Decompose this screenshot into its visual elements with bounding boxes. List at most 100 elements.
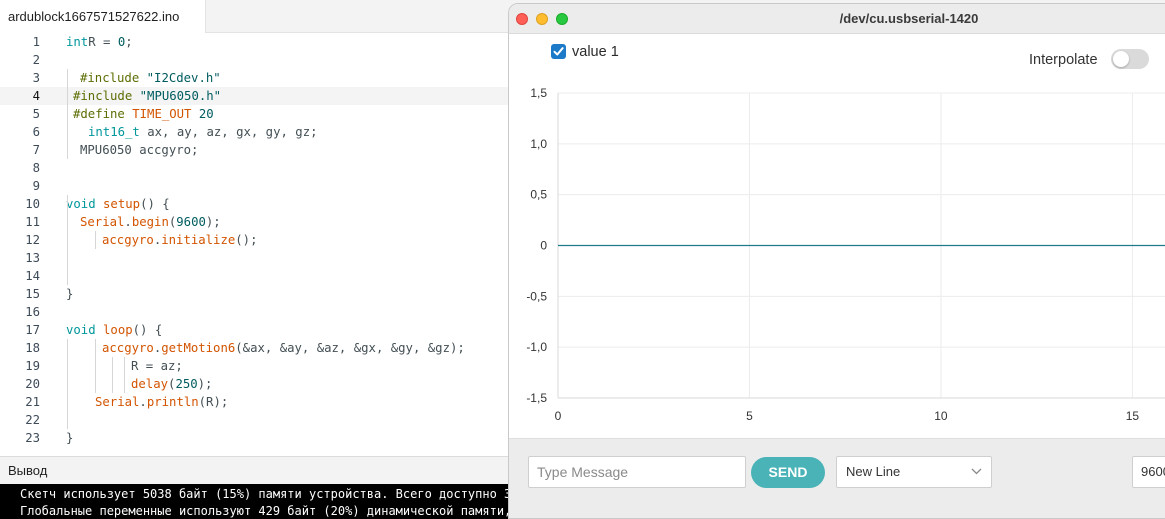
line-code: accgyro.getMotion6(&ax, &ay, &az, &gx, &… (102, 339, 465, 357)
code-token: Serial (80, 215, 125, 229)
code-token: #include (73, 89, 133, 103)
line-code: #include "MPU6050.h" (73, 87, 221, 105)
code-token: accgyro (102, 341, 154, 355)
file-tab[interactable]: ardublock1667571527622.ino (0, 0, 207, 34)
line-number: 1 (32, 35, 40, 49)
code-token: accgyro (102, 233, 154, 247)
code-token: delay (131, 377, 169, 391)
code-token: ); (205, 215, 221, 229)
line-ending-select[interactable]: New Line (836, 456, 992, 488)
line-code: MPU6050 accgyro; (80, 141, 198, 159)
close-window-button[interactable] (516, 13, 528, 25)
line-number: 14 (25, 269, 40, 283)
code-token: ); (197, 377, 213, 391)
line-code: delay(250); (131, 375, 212, 393)
line-code: int16_t ax, ay, az, gx, gy, gz; (88, 123, 318, 141)
line-number: 19 (25, 359, 40, 373)
y-tick-label: 0 (540, 239, 547, 253)
y-tick-label: 0,5 (530, 188, 547, 202)
code-token: void (66, 323, 96, 337)
indent-guide (112, 357, 113, 393)
line-number: 5 (32, 107, 40, 121)
line-code: Serial.begin(9600); (80, 213, 221, 231)
line-code: R = az; (131, 357, 183, 375)
code-token: int16_t (88, 125, 140, 139)
line-number: 12 (25, 233, 40, 247)
code-token: . (139, 395, 147, 409)
interpolate-toggle[interactable] (1111, 49, 1149, 69)
indent-guide (67, 195, 68, 285)
line-number: 4 (32, 89, 40, 103)
code-token: (R); (198, 395, 229, 409)
checkmark-icon (553, 47, 564, 56)
line-number: 10 (25, 197, 40, 211)
code-token: loop (103, 323, 133, 337)
line-code: } (66, 429, 73, 447)
line-number: 18 (25, 341, 40, 355)
x-tick-label: 15 (1126, 409, 1140, 423)
code-token: (); (235, 233, 258, 247)
code-token: ax, ay, az, gx, gy, gz; (139, 125, 318, 139)
line-code: void loop() { (66, 321, 162, 339)
x-tick-label: 0 (555, 409, 562, 423)
line-number: 11 (25, 215, 40, 229)
line-code: Serial.println(R); (95, 393, 228, 411)
y-tick-label: -0,5 (526, 289, 547, 303)
line-number: 13 (25, 251, 40, 265)
line-number: 22 (25, 413, 40, 427)
code-token: setup (103, 197, 141, 211)
line-code: void setup() { (66, 195, 170, 213)
code-token: (&ax, &ay, &az, &gx, &gy, &gz); (235, 341, 465, 355)
code-token: . (124, 215, 132, 229)
minimize-window-button[interactable] (536, 13, 548, 25)
zoom-window-button[interactable] (556, 13, 568, 25)
code-token: begin (131, 215, 169, 229)
x-tick-label: 5 (746, 409, 753, 423)
console-line: Скетч использует 5038 байт (15%) памяти … (20, 487, 512, 501)
code-token: int (66, 35, 89, 49)
code-token: MPU6050 accgyro; (80, 143, 199, 157)
line-number: 21 (25, 395, 40, 409)
line-number: 16 (25, 305, 40, 319)
code-token: } (66, 287, 74, 301)
code-token: Serial (95, 395, 140, 409)
line-number: 23 (25, 431, 40, 445)
code-token: #define (73, 107, 125, 121)
code-token: ; (125, 35, 133, 49)
code-token: R = az; (131, 359, 183, 373)
line-code: accgyro.initialize(); (102, 231, 258, 249)
code-token: "MPU6050.h" (139, 89, 222, 103)
indent-guide (95, 339, 96, 393)
plotter-footer: SEND New Line 9600 (509, 438, 1165, 518)
code-token: () { (140, 197, 170, 211)
code-token: 250 (175, 377, 198, 391)
window-titlebar: /dev/cu.usbserial-1420 (509, 4, 1165, 34)
window-title: /dev/cu.usbserial-1420 (839, 11, 979, 26)
send-button[interactable]: SEND (751, 457, 825, 488)
line-number: 2 (32, 53, 40, 67)
line-code: intR = 0; (66, 33, 133, 51)
indent-guide (67, 69, 68, 159)
toggle-knob (1113, 51, 1129, 67)
baud-rate-select[interactable]: 9600 (1132, 456, 1165, 488)
serial-plotter-window: /dev/cu.usbserial-1420 1,5 1,0 0,5 0 -0,5 -1,… (508, 3, 1165, 519)
line-number: 6 (32, 125, 40, 139)
indent-guide (124, 357, 125, 393)
y-tick-label: 1,5 (530, 86, 547, 100)
line-code: } (66, 285, 73, 303)
message-input[interactable] (528, 456, 746, 488)
code-token: getMotion6 (161, 341, 236, 355)
line-number: 7 (32, 143, 40, 157)
series-checkbox[interactable] (551, 44, 566, 59)
line-ending-value: New Line (846, 464, 901, 479)
plot-chart: 1,5 1,0 0,5 0 -0,5 -1,0 -1,5 0 5 10 15 (509, 34, 1165, 440)
code-token: println (146, 395, 199, 409)
baud-rate-value: 9600 (1141, 464, 1165, 479)
x-tick-label: 10 (934, 409, 948, 423)
code-token: 20 (198, 107, 214, 121)
line-number: 17 (25, 323, 40, 337)
code-token: TIME_OUT (132, 107, 192, 121)
